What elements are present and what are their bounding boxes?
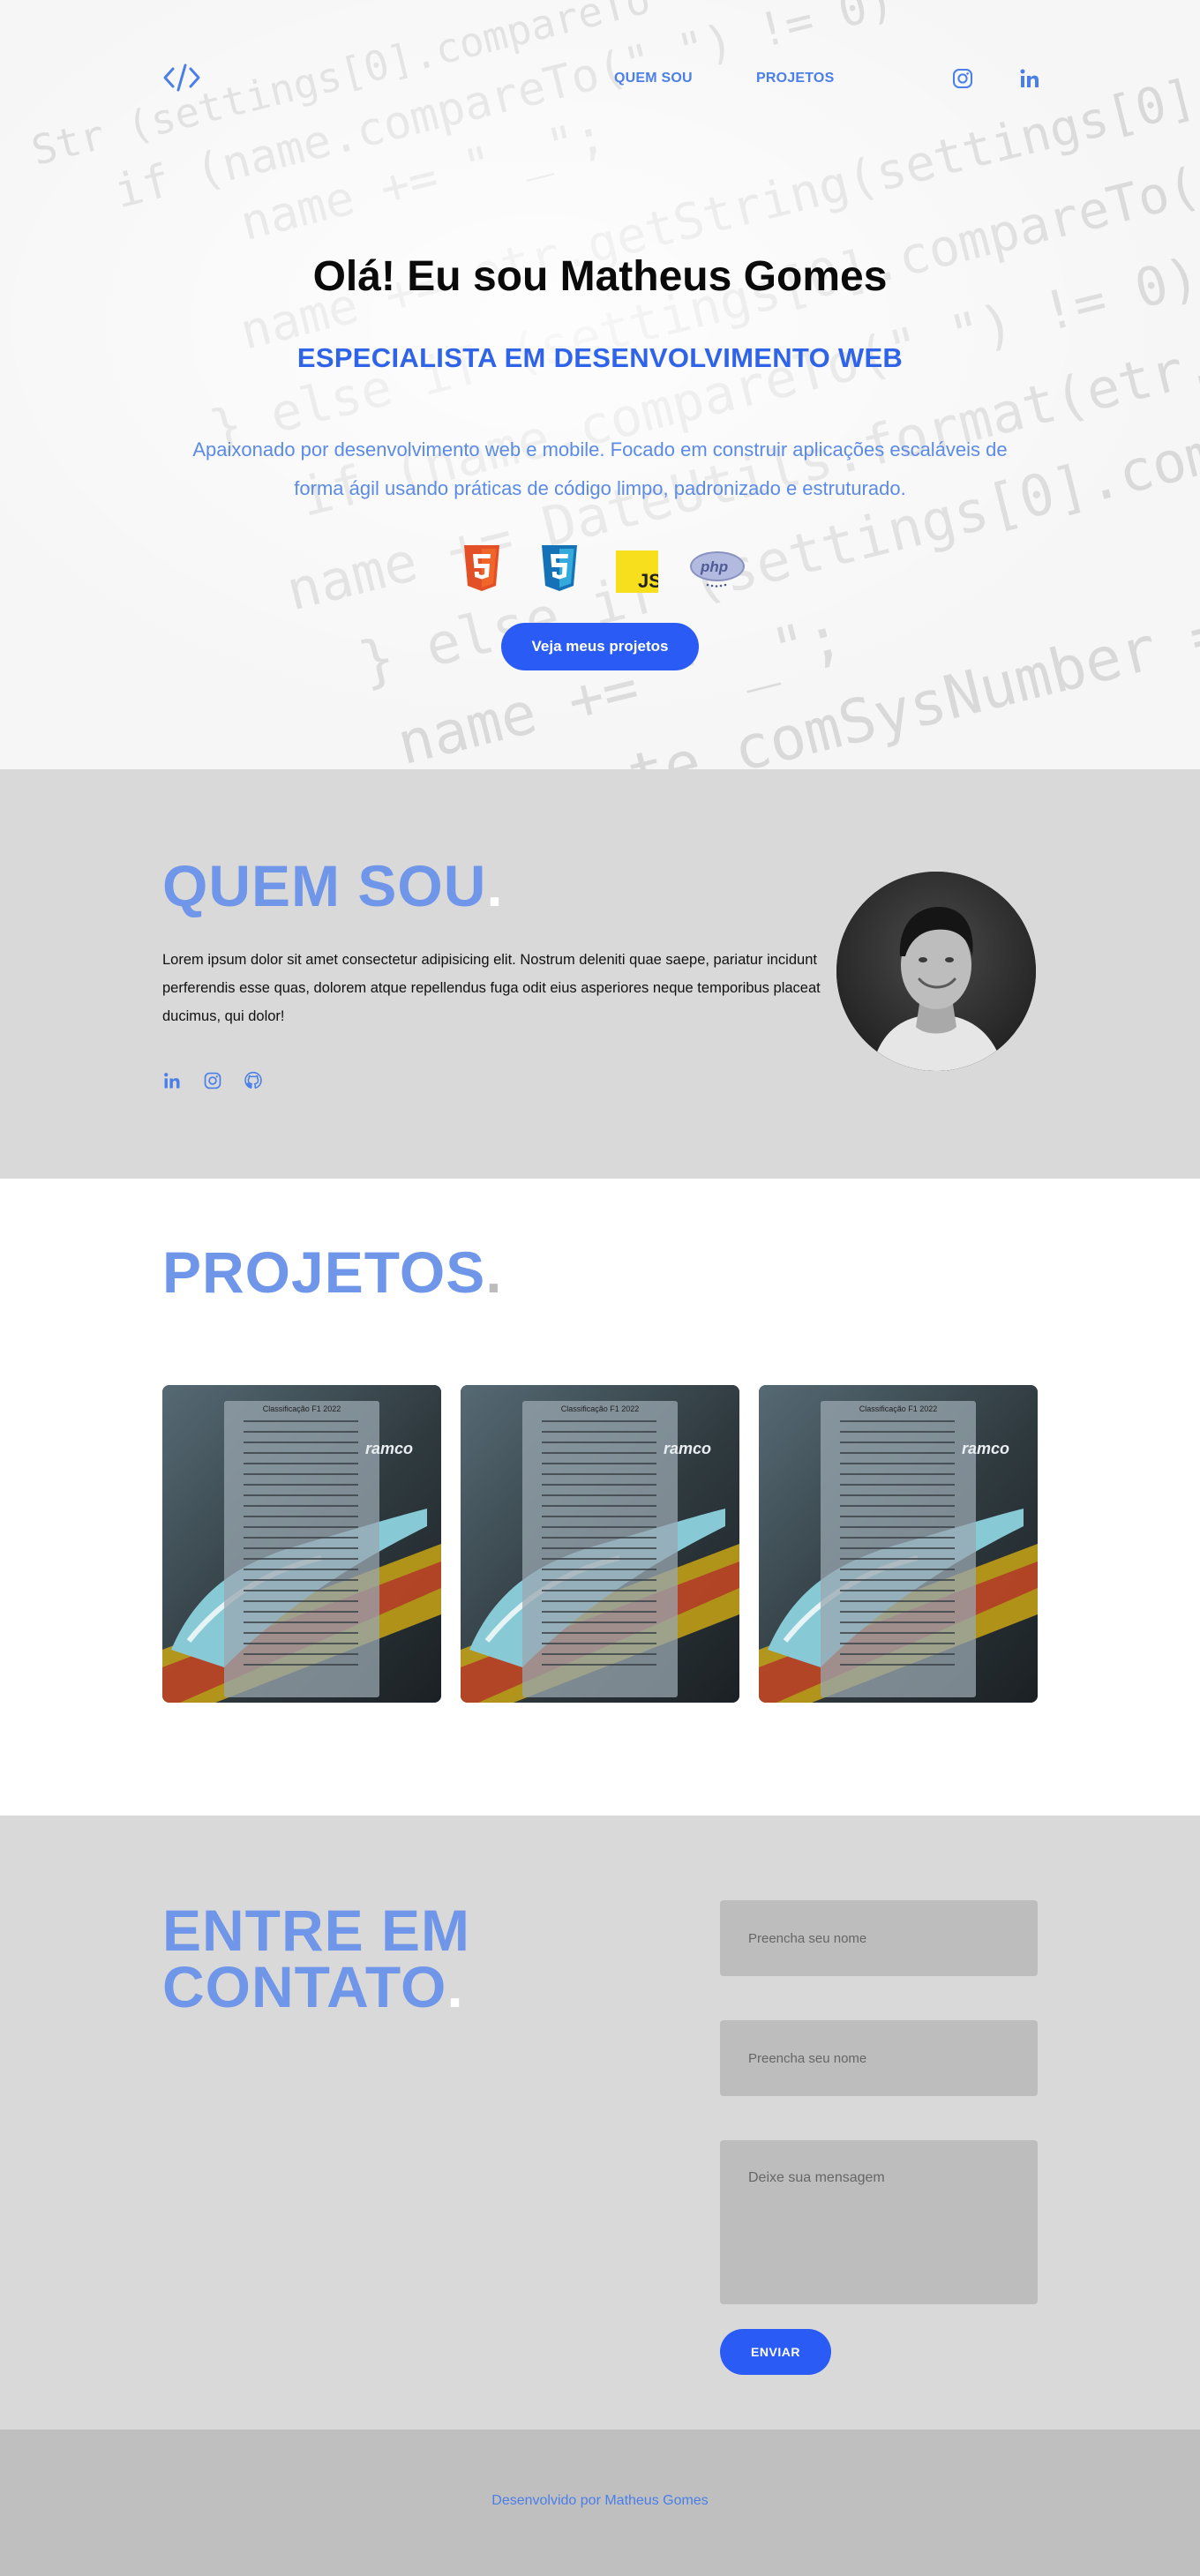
about-title-text: QUEM SOU	[162, 853, 487, 918]
svg-text:php: php	[700, 558, 728, 575]
html5-icon	[464, 545, 499, 591]
about-section: QUEM SOU. Lorem ipsum dolor sit amet con…	[0, 769, 1200, 1179]
instagram-icon[interactable]	[951, 67, 974, 90]
svg-text:ramco: ramco	[365, 1440, 413, 1457]
about-title-dot: .	[486, 853, 504, 918]
about-title: QUEM SOU.	[162, 857, 504, 915]
svg-text:ramco: ramco	[664, 1440, 711, 1457]
contact-title-dot: .	[446, 1954, 464, 2019]
hero-subtitle: ESPECIALISTA EM DESENVOLVIMENTO WEB	[296, 342, 904, 373]
name-input-secondary[interactable]	[720, 2020, 1038, 2096]
linkedin-icon[interactable]	[162, 1071, 182, 1090]
project-card[interactable]: Classificação F1 2022 ramco	[759, 1385, 1038, 1703]
view-projects-button[interactable]: Veja meus projetos	[501, 623, 699, 670]
instagram-icon[interactable]	[203, 1071, 222, 1090]
top-navbar: QUEM SOU PROJETOS	[162, 62, 1041, 97]
project-card[interactable]: Classificação F1 2022 ramco	[461, 1385, 739, 1703]
javascript-icon: JS	[616, 550, 658, 593]
hero-description: Apaixonado por desenvolvimento web e mob…	[159, 431, 1041, 508]
contact-title: ENTRE EM CONTATO.	[162, 1901, 692, 2016]
send-button[interactable]: ENVIAR	[720, 2329, 831, 2375]
project-screenshot-image: Classificação F1 2022 ramco	[461, 1385, 739, 1703]
name-input[interactable]	[720, 1900, 1038, 1976]
project-card[interactable]: Classificação F1 2022 ramco	[162, 1385, 441, 1703]
contact-title-line-1: ENTRE EM	[162, 1898, 471, 1963]
hero-title: Olá! Eu sou Matheus Gomes	[312, 253, 888, 300]
projects-title-dot: .	[485, 1239, 503, 1305]
footer-credit: Desenvolvido por Matheus Gomes	[491, 2493, 709, 2508]
hero-description-line-1: Apaixonado por desenvolvimento web e mob…	[192, 438, 1008, 461]
github-icon[interactable]	[244, 1071, 263, 1090]
code-brackets-icon[interactable]	[162, 62, 201, 94]
linkedin-icon[interactable]	[1018, 67, 1041, 90]
message-textarea[interactable]	[720, 2140, 1038, 2304]
project-screenshot-image: Classificação F1 2022 ramco	[162, 1385, 441, 1703]
svg-text:ramco: ramco	[962, 1440, 1009, 1457]
css3-icon	[542, 545, 577, 591]
nav-link-projetos[interactable]: PROJETOS	[756, 71, 834, 86]
projects-title: PROJETOS.	[162, 1243, 503, 1301]
project-table-title: Classificação F1 2022	[561, 1404, 640, 1413]
footer: Desenvolvido por Matheus Gomes	[0, 2430, 1200, 2576]
contact-section: ENTRE EM CONTATO. ENVIAR	[0, 1816, 1200, 2430]
projects-section: PROJETOS. Classificação F1 2022 ramco Cl…	[0, 1179, 1200, 1816]
project-screenshot-image: Classificação F1 2022 ramco	[759, 1385, 1038, 1703]
hero-section: Str (settings[0].compareTo if (name.comp…	[0, 0, 1200, 769]
nav-link-quem-sou[interactable]: QUEM SOU	[614, 71, 693, 86]
tech-stack-icons: JS php	[0, 543, 1200, 593]
project-table-title: Classificação F1 2022	[263, 1404, 341, 1413]
php-icon: php	[690, 551, 745, 588]
profile-photo	[836, 872, 1036, 1071]
project-table-title: Classificação F1 2022	[859, 1404, 938, 1413]
projects-title-text: PROJETOS	[162, 1239, 486, 1305]
svg-text:JS: JS	[638, 570, 658, 592]
hero-description-line-2: forma ágil usando práticas de código lim…	[294, 477, 906, 499]
about-text: Lorem ipsum dolor sit amet consectetur a…	[162, 952, 821, 1024]
contact-title-line-2: CONTATO	[162, 1954, 447, 2019]
profile-photo-image	[836, 872, 1036, 1071]
